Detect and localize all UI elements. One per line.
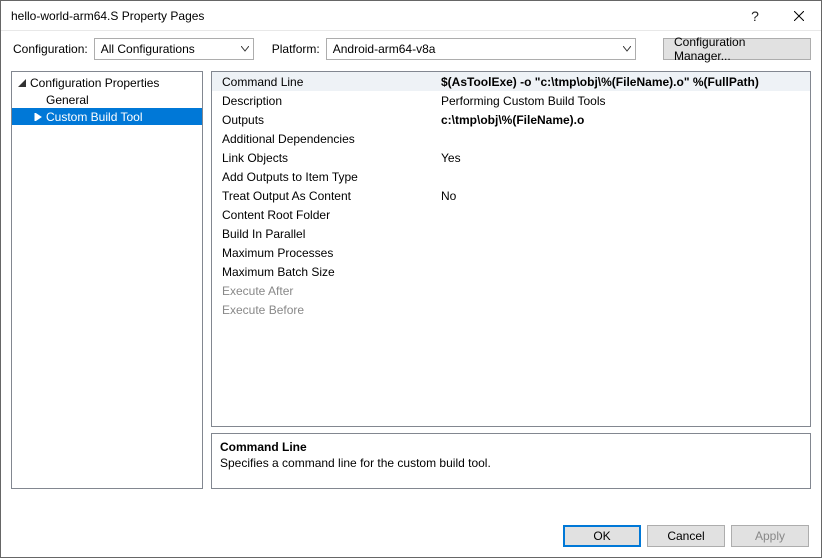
platform-combo[interactable]: Android-arm64-v8a (326, 38, 636, 60)
platform-value: Android-arm64-v8a (327, 42, 619, 56)
grid-row[interactable]: Execute After (212, 281, 810, 300)
chevron-down-icon (619, 46, 635, 52)
grid-label: Outputs (212, 113, 437, 127)
grid-row[interactable]: Content Root Folder (212, 205, 810, 224)
grid-label: Description (212, 94, 437, 108)
grid-value[interactable]: Performing Custom Build Tools (437, 94, 810, 108)
apply-button[interactable]: Apply (731, 525, 809, 547)
tree-panel[interactable]: Configuration Properties General Custom … (11, 71, 203, 489)
grid-label: Additional Dependencies (212, 132, 437, 146)
grid-label: Build In Parallel (212, 227, 437, 241)
tree-item-general[interactable]: General (12, 91, 202, 108)
grid-row[interactable]: Link ObjectsYes (212, 148, 810, 167)
description-text: Specifies a command line for the custom … (220, 456, 802, 470)
tree-item-custom-build-tool[interactable]: Custom Build Tool (12, 108, 202, 125)
configuration-combo[interactable]: All Configurations (94, 38, 254, 60)
platform-label: Platform: (272, 42, 320, 56)
configuration-manager-button[interactable]: Configuration Manager... (663, 38, 811, 60)
grid-row[interactable]: Add Outputs to Item Type (212, 167, 810, 186)
grid-label: Command Line (212, 75, 437, 89)
toolbar: Configuration: All Configurations Platfo… (1, 31, 821, 61)
grid-label: Maximum Processes (212, 246, 437, 260)
cancel-button[interactable]: Cancel (647, 525, 725, 547)
grid-value[interactable]: No (437, 189, 810, 203)
grid-row[interactable]: Maximum Processes (212, 243, 810, 262)
configuration-label: Configuration: (13, 42, 88, 56)
grid-row[interactable]: Command Line$(AsToolExe) -o "c:\tmp\obj\… (212, 72, 810, 91)
description-title: Command Line (220, 440, 802, 454)
tree-root[interactable]: Configuration Properties (12, 74, 202, 91)
footer: OK Cancel Apply (1, 515, 821, 557)
grid-label: Content Root Folder (212, 208, 437, 222)
close-button[interactable] (777, 1, 821, 30)
grid-label: Add Outputs to Item Type (212, 170, 437, 184)
help-button[interactable]: ? (733, 1, 777, 30)
grid-row[interactable]: Additional Dependencies (212, 129, 810, 148)
ok-button[interactable]: OK (563, 525, 641, 547)
grid-label: Link Objects (212, 151, 437, 165)
property-grid[interactable]: Command Line$(AsToolExe) -o "c:\tmp\obj\… (211, 71, 811, 427)
grid-row[interactable]: Maximum Batch Size (212, 262, 810, 281)
grid-value[interactable]: c:\tmp\obj\%(FileName).o (437, 113, 810, 127)
grid-label: Execute After (212, 284, 437, 298)
grid-label: Execute Before (212, 303, 437, 317)
chevron-down-icon (237, 46, 253, 52)
configuration-value: All Configurations (95, 42, 237, 56)
grid-value[interactable]: Yes (437, 151, 810, 165)
grid-label: Maximum Batch Size (212, 265, 437, 279)
window-title: hello-world-arm64.S Property Pages (11, 9, 733, 23)
grid-row[interactable]: DescriptionPerforming Custom Build Tools (212, 91, 810, 110)
grid-row[interactable]: Execute Before (212, 300, 810, 319)
description-panel: Command Line Specifies a command line fo… (211, 433, 811, 489)
grid-row[interactable]: Outputsc:\tmp\obj\%(FileName).o (212, 110, 810, 129)
grid-label: Treat Output As Content (212, 189, 437, 203)
titlebar: hello-world-arm64.S Property Pages ? (1, 1, 821, 31)
grid-row[interactable]: Treat Output As ContentNo (212, 186, 810, 205)
grid-value[interactable]: $(AsToolExe) -o "c:\tmp\obj\%(FileName).… (437, 75, 810, 89)
grid-row[interactable]: Build In Parallel (212, 224, 810, 243)
